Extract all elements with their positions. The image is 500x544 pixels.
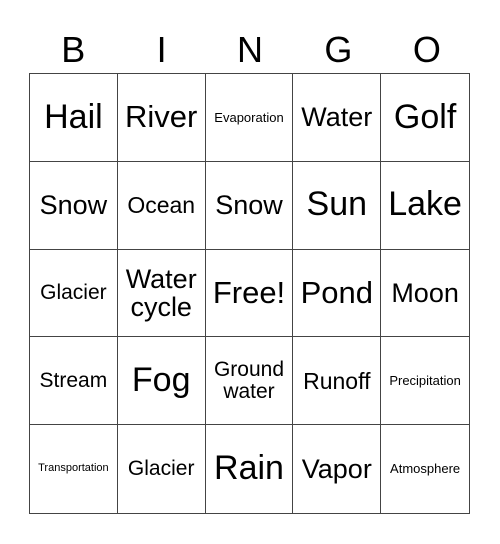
bingo-cell[interactable]: Stream — [30, 337, 118, 426]
header-letter-o: O — [412, 29, 441, 70]
free-space-cell[interactable]: Free! — [205, 249, 294, 338]
bingo-cell[interactable]: Rain — [206, 425, 294, 513]
bingo-cell[interactable]: Moon — [381, 250, 469, 338]
bingo-cell[interactable]: Runoff — [293, 337, 382, 426]
bingo-cell[interactable]: Precipitation — [381, 337, 469, 426]
header-letter-b: B — [61, 29, 86, 70]
header-letter-n: N — [237, 29, 264, 70]
bingo-cell[interactable]: Glacier — [118, 425, 206, 513]
bingo-cell[interactable]: Hail — [30, 74, 118, 162]
bingo-cell[interactable]: Evaporation — [205, 74, 294, 162]
bingo-cell[interactable]: Transportation — [30, 425, 118, 513]
bingo-cell[interactable]: Ground water — [205, 337, 294, 426]
bingo-cell[interactable]: Pond — [293, 249, 382, 338]
bingo-cell[interactable]: Lake — [381, 162, 469, 250]
bingo-cell[interactable]: Water cycle — [117, 249, 206, 338]
bingo-cell[interactable]: Atmosphere — [381, 425, 469, 513]
bingo-cell[interactable]: Golf — [381, 74, 469, 162]
bingo-cell[interactable]: Glacier — [30, 249, 118, 338]
bingo-cell[interactable]: Fog — [117, 337, 206, 426]
header-letter-g: G — [324, 29, 353, 70]
bingo-cell[interactable]: Water — [293, 74, 382, 162]
bingo-cell[interactable]: Snow — [30, 161, 118, 250]
bingo-cell[interactable]: Snow — [205, 161, 294, 250]
bingo-cell[interactable]: River — [117, 74, 206, 162]
bingo-cell[interactable]: Vapor — [293, 425, 382, 513]
bingo-cell[interactable]: Sun — [293, 161, 382, 250]
bingo-cell[interactable]: Ocean — [117, 161, 206, 250]
header-letter-i: I — [156, 29, 167, 70]
bingo-grid: Hail River Evaporation Water Golf Snow Ocean Sn… — [29, 73, 470, 514]
bingo-header: B I N G O — [29, 28, 471, 72]
